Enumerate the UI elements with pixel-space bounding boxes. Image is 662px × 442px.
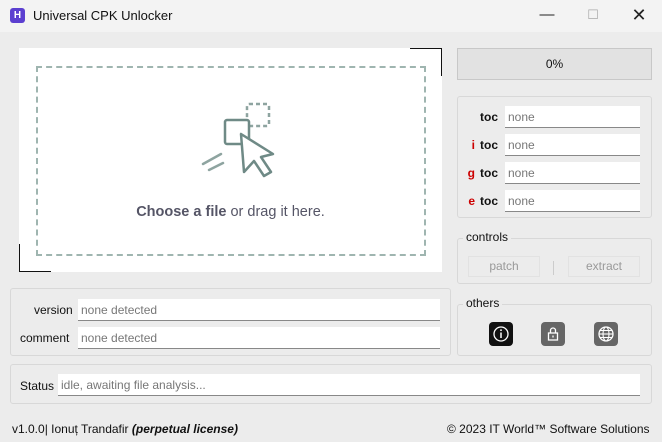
app-icon: H xyxy=(10,8,25,23)
patch-button[interactable]: patch xyxy=(468,256,540,277)
file-drop-zone[interactable]: Choose a file or drag it here. xyxy=(19,48,442,272)
lock-button[interactable] xyxy=(541,322,565,346)
license-text: (perpetual license) xyxy=(131,422,238,436)
progress-label: 0% xyxy=(545,57,564,71)
app-version: v1.0.0 xyxy=(12,422,45,436)
info-button[interactable] xyxy=(489,322,513,346)
gtoc-field[interactable]: none xyxy=(505,162,640,184)
etoc-label: e toc xyxy=(468,194,498,208)
author-name: Ionuț Trandafir xyxy=(51,422,129,436)
version-field[interactable]: none detected xyxy=(78,299,440,321)
status-field: idle, awaiting file analysis... xyxy=(58,374,640,396)
comment-field[interactable]: none detected xyxy=(78,327,440,349)
info-icon xyxy=(493,326,509,342)
controls-title: controls xyxy=(463,230,512,244)
toc-label: toc xyxy=(480,110,498,124)
toc-field[interactable]: none xyxy=(505,106,640,128)
gtoc-label: g toc xyxy=(467,166,498,180)
extract-button[interactable]: extract xyxy=(568,256,640,277)
comment-label: comment xyxy=(20,331,70,345)
maximize-button[interactable]: ☐ xyxy=(570,0,616,32)
title-bar: H Universal CPK Unlocker — ☐ ✕ xyxy=(0,0,662,32)
window-title: Universal CPK Unlocker xyxy=(33,8,173,23)
controls-separator xyxy=(553,261,554,275)
globe-button[interactable] xyxy=(594,322,618,346)
drop-instructions: Choose a file or drag it here. xyxy=(19,204,442,220)
etoc-field[interactable]: none xyxy=(505,190,640,212)
drag-text: or drag it here. xyxy=(230,204,325,220)
lock-icon xyxy=(547,327,559,341)
file-drop-icon xyxy=(201,102,275,178)
progress-bar: 0% xyxy=(457,48,652,80)
footer-separator: | xyxy=(44,422,48,436)
globe-icon xyxy=(598,326,614,342)
status-label: Status xyxy=(20,379,55,393)
version-label: version xyxy=(34,303,73,317)
footer-credits: v1.0.0| Ionuț Trandafir (perpetual licen… xyxy=(12,422,238,436)
copyright-text: © 2023 IT World™ Software Solutions xyxy=(447,422,650,436)
choose-file-link[interactable]: Choose a file xyxy=(136,204,226,220)
itoc-label: i toc xyxy=(471,138,498,152)
close-button[interactable]: ✕ xyxy=(616,0,662,32)
others-title: others xyxy=(463,296,503,310)
itoc-field[interactable]: none xyxy=(505,134,640,156)
minimize-button[interactable]: — xyxy=(524,0,570,32)
